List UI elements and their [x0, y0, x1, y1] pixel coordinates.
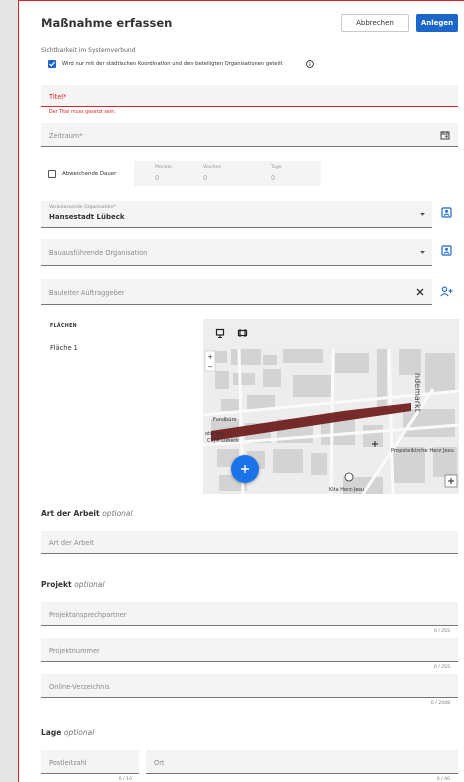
- project-contact-placeholder: Projektansprechpartner: [49, 611, 127, 619]
- deviating-duration-label: Abweichende Dauer: [62, 171, 117, 177]
- chevron-down-icon[interactable]: [419, 250, 426, 255]
- title-input[interactable]: Titel*: [41, 85, 458, 107]
- months-value: 0: [155, 174, 160, 182]
- zoom-in-icon[interactable]: +: [207, 353, 213, 361]
- executor-select[interactable]: Bauausführende Organisation: [41, 239, 432, 266]
- map-label-church: Propsteikirche Herz Jesu: [391, 448, 454, 454]
- online-directory-counter: 0 / 2048: [430, 701, 450, 706]
- weeks-input[interactable]: Wochen 0: [199, 161, 271, 186]
- organizer-label: Veranlassende Organisation*: [49, 205, 116, 210]
- title-placeholder: Titel*: [49, 93, 67, 101]
- contact-card-icon[interactable]: [441, 207, 452, 218]
- weeks-label: Wochen: [203, 165, 222, 170]
- online-directory-input[interactable]: Online-Verzeichnis: [41, 674, 458, 698]
- online-directory-placeholder: Online-Verzeichnis: [49, 683, 110, 691]
- project-heading: Projekt optional: [41, 580, 105, 589]
- zoom-out-icon[interactable]: −: [207, 363, 213, 371]
- add-person-icon[interactable]: [440, 286, 453, 297]
- deviating-duration-checkbox[interactable]: [48, 170, 56, 178]
- visibility-label: Sichtbarkeit im Systemverbund: [41, 47, 136, 54]
- executor-placeholder: Bauausführende Organisation: [49, 249, 148, 257]
- plus-icon: [241, 465, 249, 473]
- create-measure-dialog: Maßnahme erfassen Abbrechen Anlegen Sich…: [18, 0, 464, 782]
- create-button[interactable]: Anlegen: [416, 14, 458, 32]
- playground-icon: [344, 472, 354, 482]
- work-type-input[interactable]: Art der Arbeit: [41, 531, 458, 554]
- organizer-value: Hansestadt Lübeck: [49, 213, 125, 221]
- clear-icon[interactable]: [416, 288, 424, 296]
- city-input[interactable]: Ort: [146, 750, 458, 774]
- site-manager-input[interactable]: Bauleiter Auftraggeber: [41, 279, 432, 305]
- cancel-button[interactable]: Abbrechen: [341, 14, 409, 32]
- months-input[interactable]: Monate 0: [134, 161, 206, 186]
- location-heading: Lage optional: [41, 728, 95, 737]
- days-input[interactable]: Tage 0: [265, 161, 321, 186]
- draw-polygon-icon[interactable]: [215, 328, 225, 338]
- map-label-cvjm: CVJM Lübeck: [207, 438, 239, 444]
- zip-input[interactable]: Postleitzahl: [41, 750, 139, 774]
- days-value: 0: [271, 174, 276, 182]
- dialog-title: Maßnahme erfassen: [41, 16, 173, 30]
- months-label: Monate: [155, 165, 173, 170]
- areas-heading: FLÄCHEN: [50, 324, 77, 329]
- project-number-placeholder: Projektnummer: [49, 647, 100, 655]
- zip-placeholder: Postleitzahl: [49, 759, 87, 767]
- city-counter: 0 / 40: [436, 777, 450, 782]
- work-type-placeholder: Art der Arbeit: [49, 539, 94, 547]
- visibility-checkbox-label: Wird nur mit der städtischen Koordinatio…: [62, 61, 283, 67]
- zip-counter: 0 / 10: [118, 777, 132, 782]
- period-placeholder: Zeitraum*: [49, 132, 83, 140]
- chevron-down-icon[interactable]: [419, 212, 426, 217]
- days-label: Tage: [271, 165, 282, 170]
- info-icon[interactable]: [306, 60, 314, 68]
- work-type-heading: Art der Arbeit optional: [41, 509, 133, 518]
- map-label-kita: Kita Herz-Jesu: [329, 487, 364, 493]
- add-area-fab[interactable]: [231, 455, 259, 483]
- site-manager-placeholder: Bauleiter Auftraggeber: [49, 289, 125, 297]
- project-number-counter: 0 / 255: [433, 665, 450, 670]
- check-icon: [49, 61, 56, 67]
- select-area-icon[interactable]: [237, 328, 248, 338]
- period-input[interactable]: Zeitraum*: [41, 123, 458, 147]
- project-number-input[interactable]: Projektnummer: [41, 638, 458, 662]
- organizer-select[interactable]: Veranlassende Organisation* Hansestadt L…: [41, 201, 432, 228]
- visibility-checkbox[interactable]: [48, 60, 56, 68]
- map-label-hotel: otel am: [205, 431, 224, 437]
- area-list-item[interactable]: Fläche 1: [50, 344, 78, 352]
- weeks-value: 0: [203, 174, 208, 182]
- city-placeholder: Ort: [154, 759, 165, 767]
- title-error: Der Titel muss gesetzt sein.: [49, 110, 116, 115]
- map-label-market: ndemarkt: [413, 373, 422, 412]
- project-contact-input[interactable]: Projektansprechpartner: [41, 602, 458, 626]
- map-widget[interactable]: + − ndemarkt Propsteikirche Herz Jesu Ki…: [203, 319, 459, 494]
- calendar-icon[interactable]: [440, 130, 450, 140]
- project-contact-counter: 0 / 255: [433, 629, 450, 634]
- map-label-lostfound: Fundbüro: [213, 417, 236, 423]
- contact-card-icon[interactable]: [441, 245, 452, 256]
